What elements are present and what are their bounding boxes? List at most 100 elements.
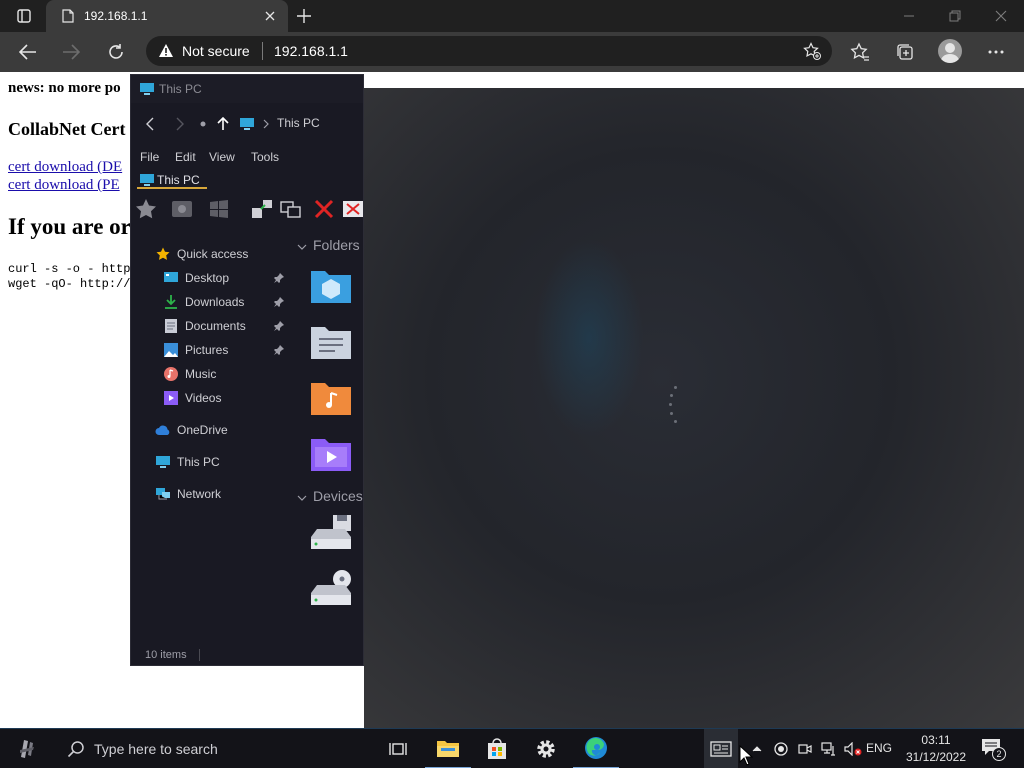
refresh-icon[interactable] bbox=[102, 38, 130, 66]
pin-icon[interactable] bbox=[273, 296, 285, 308]
more-menu-icon[interactable] bbox=[984, 40, 1008, 64]
sidebar-item-downloads[interactable]: Downloads bbox=[163, 292, 244, 312]
file-explorer-window: This PC This PC File Edit View Tools Thi… bbox=[130, 74, 364, 666]
delete-icon[interactable] bbox=[312, 197, 336, 221]
store-app-icon[interactable] bbox=[474, 729, 520, 768]
file-explorer-app-icon[interactable] bbox=[425, 729, 471, 768]
tab-actions-icon[interactable] bbox=[10, 6, 38, 26]
news-widget-icon[interactable] bbox=[704, 729, 738, 768]
menu-edit[interactable]: Edit bbox=[175, 150, 196, 164]
search-placeholder: Type here to search bbox=[94, 741, 218, 757]
system-clock[interactable]: 03:11 31/12/2022 bbox=[900, 732, 972, 766]
section-devices[interactable]: Devices bbox=[297, 488, 363, 504]
section-label: Devices bbox=[313, 488, 363, 504]
pin-icon[interactable] bbox=[273, 272, 285, 284]
explorer-titlebar[interactable]: This PC bbox=[131, 75, 363, 103]
profile-avatar[interactable] bbox=[938, 39, 962, 63]
start-logo-icon bbox=[20, 740, 34, 758]
menu-file[interactable]: File bbox=[140, 150, 159, 164]
sidebar-item-this-pc[interactable]: This PC bbox=[155, 452, 220, 472]
up-arrow-icon[interactable] bbox=[214, 115, 232, 133]
collections-icon[interactable] bbox=[893, 40, 917, 64]
security-label[interactable]: Not secure bbox=[182, 43, 250, 59]
sidebar-item-videos[interactable]: Videos bbox=[163, 388, 221, 408]
nav-quick-access[interactable]: Quick access bbox=[155, 244, 248, 264]
nav-label: Music bbox=[185, 367, 217, 381]
start-button[interactable] bbox=[0, 729, 56, 768]
sidebar-item-desktop[interactable]: Desktop bbox=[163, 268, 229, 288]
section-folders[interactable]: Folders bbox=[297, 237, 360, 253]
floppy-drive-icon[interactable] bbox=[309, 511, 353, 551]
nav-label: Documents bbox=[185, 319, 246, 333]
map-drive-icon[interactable] bbox=[250, 197, 274, 221]
restore-icon[interactable] bbox=[932, 0, 978, 32]
taskbar-search[interactable]: Type here to search bbox=[56, 729, 376, 768]
task-view-icon[interactable] bbox=[375, 729, 421, 768]
back-icon[interactable] bbox=[14, 38, 42, 66]
cloud-icon bbox=[155, 422, 171, 438]
this-pc-icon bbox=[139, 82, 155, 101]
network-tray-icon[interactable] bbox=[819, 729, 839, 768]
status-divider bbox=[199, 649, 200, 661]
explorer-forward-icon[interactable] bbox=[171, 115, 189, 133]
sidebar-item-documents[interactable]: Documents bbox=[163, 316, 246, 336]
address-bar[interactable]: Not secure 192.168.1.1 bbox=[146, 36, 832, 66]
delete-window-icon[interactable] bbox=[341, 197, 363, 221]
this-pc-icon bbox=[155, 454, 171, 470]
windows-logo-icon[interactable] bbox=[207, 197, 231, 221]
tab-this-pc[interactable]: This PC bbox=[137, 173, 207, 189]
menu-view[interactable]: View bbox=[209, 150, 235, 164]
input-language[interactable]: ENG bbox=[866, 741, 892, 755]
volume-muted-icon[interactable] bbox=[843, 729, 863, 768]
sidebar-item-onedrive[interactable]: OneDrive bbox=[155, 420, 228, 440]
record-icon[interactable] bbox=[772, 729, 790, 768]
sidebar-item-music[interactable]: Music bbox=[163, 364, 216, 384]
sidebar-item-network[interactable]: Network bbox=[155, 484, 221, 504]
nav-label: OneDrive bbox=[177, 423, 228, 437]
recent-dot-icon[interactable] bbox=[194, 115, 212, 133]
optical-drive-icon[interactable] bbox=[309, 567, 353, 607]
cert-download-link-2[interactable]: cert download (PE bbox=[8, 177, 120, 194]
explorer-nav-bar: This PC bbox=[131, 109, 363, 137]
breadcrumb-chevron-icon bbox=[257, 115, 275, 133]
loading-spinner-icon bbox=[664, 384, 684, 430]
cert-download-link-1[interactable]: cert download (DE bbox=[8, 159, 122, 176]
menu-tools[interactable]: Tools bbox=[251, 150, 279, 164]
3d-objects-folder-icon[interactable] bbox=[309, 265, 353, 305]
sidebar-item-pictures[interactable]: Pictures bbox=[163, 340, 228, 360]
properties-icon[interactable] bbox=[170, 197, 194, 221]
videos-folder-icon[interactable] bbox=[309, 433, 353, 473]
warning-icon[interactable] bbox=[158, 43, 174, 63]
new-tab-icon[interactable] bbox=[293, 6, 315, 26]
disconnect-drive-icon[interactable] bbox=[279, 197, 303, 221]
star-icon[interactable] bbox=[134, 197, 158, 221]
page-icon bbox=[60, 8, 76, 24]
video-icon bbox=[163, 390, 179, 406]
nav-label: This PC bbox=[177, 455, 220, 469]
close-window-icon[interactable] bbox=[978, 0, 1024, 32]
settings-gear-icon[interactable] bbox=[523, 729, 569, 768]
explorer-title: This PC bbox=[159, 82, 202, 96]
music-folder-icon[interactable] bbox=[309, 377, 353, 417]
page-heading-1: If you are or bbox=[8, 214, 131, 239]
edge-browser-icon[interactable] bbox=[573, 729, 619, 768]
add-favorite-icon[interactable] bbox=[802, 42, 822, 60]
camera-icon[interactable] bbox=[796, 729, 814, 768]
forward-icon[interactable] bbox=[57, 38, 85, 66]
clock-date: 31/12/2022 bbox=[905, 750, 967, 764]
close-tab-icon[interactable] bbox=[260, 6, 280, 26]
url-text[interactable]: 192.168.1.1 bbox=[274, 43, 348, 59]
section-label: Folders bbox=[313, 237, 360, 253]
minimize-icon[interactable] bbox=[886, 0, 932, 32]
music-icon bbox=[163, 366, 179, 382]
pin-icon[interactable] bbox=[273, 344, 285, 356]
browser-tab[interactable]: 192.168.1.1 bbox=[46, 0, 288, 32]
code-line: curl -s -o - http bbox=[8, 262, 131, 276]
mouse-cursor-icon bbox=[739, 745, 753, 766]
explorer-back-icon[interactable] bbox=[141, 115, 159, 133]
pin-icon[interactable] bbox=[273, 320, 285, 332]
documents-folder-icon[interactable] bbox=[309, 321, 353, 361]
breadcrumb[interactable]: This PC bbox=[277, 116, 320, 130]
favorites-icon[interactable] bbox=[848, 40, 872, 64]
notification-center-icon[interactable]: 2 bbox=[980, 737, 1006, 761]
